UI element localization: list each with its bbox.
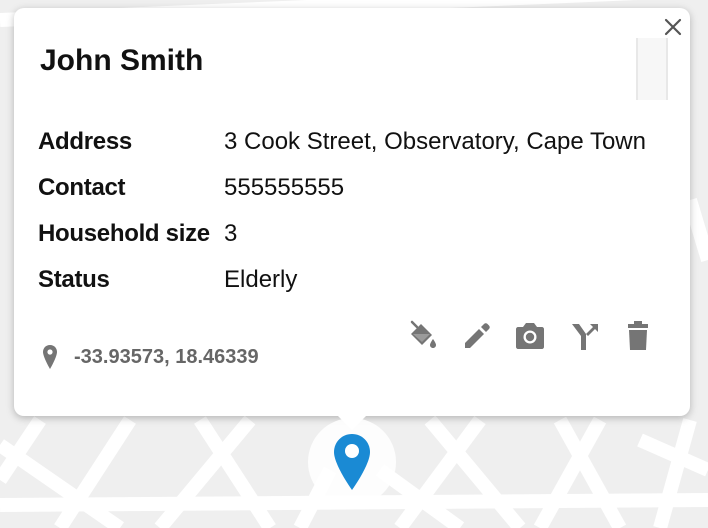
field-value: 3 xyxy=(224,220,238,247)
merge-icon xyxy=(572,324,598,350)
field-value: Elderly xyxy=(224,266,298,293)
field-label: Household size xyxy=(38,220,210,247)
location-pin-icon xyxy=(43,345,57,369)
field-label: Contact xyxy=(38,174,126,201)
pencil-icon xyxy=(465,323,490,348)
close-button[interactable] xyxy=(662,16,684,38)
edit-button[interactable] xyxy=(458,318,494,354)
close-icon xyxy=(664,18,682,36)
field-value: 555555555 xyxy=(224,174,345,201)
paint-bucket-icon xyxy=(410,320,436,348)
field-value: 3 Cook Street, Observatory, Cape Town xyxy=(224,128,646,155)
map-marker-halo xyxy=(308,418,396,506)
merge-button[interactable] xyxy=(566,318,602,354)
map-marker-icon[interactable] xyxy=(332,432,372,492)
camera-icon xyxy=(516,323,544,349)
trash-icon xyxy=(628,321,648,350)
coordinates-text: -33.93573, 18.46339 xyxy=(74,346,259,368)
delete-button[interactable] xyxy=(620,318,656,354)
fill-color-button[interactable] xyxy=(404,318,440,354)
popup-title: John Smith xyxy=(40,44,204,77)
field-label: Status xyxy=(38,266,110,293)
action-toolbar xyxy=(404,318,664,354)
field-label: Address xyxy=(38,128,132,155)
info-popup: John Smith Address 3 Cook Street, Observ… xyxy=(14,8,690,416)
scrollbar[interactable] xyxy=(636,38,668,100)
photo-button[interactable] xyxy=(512,318,548,354)
